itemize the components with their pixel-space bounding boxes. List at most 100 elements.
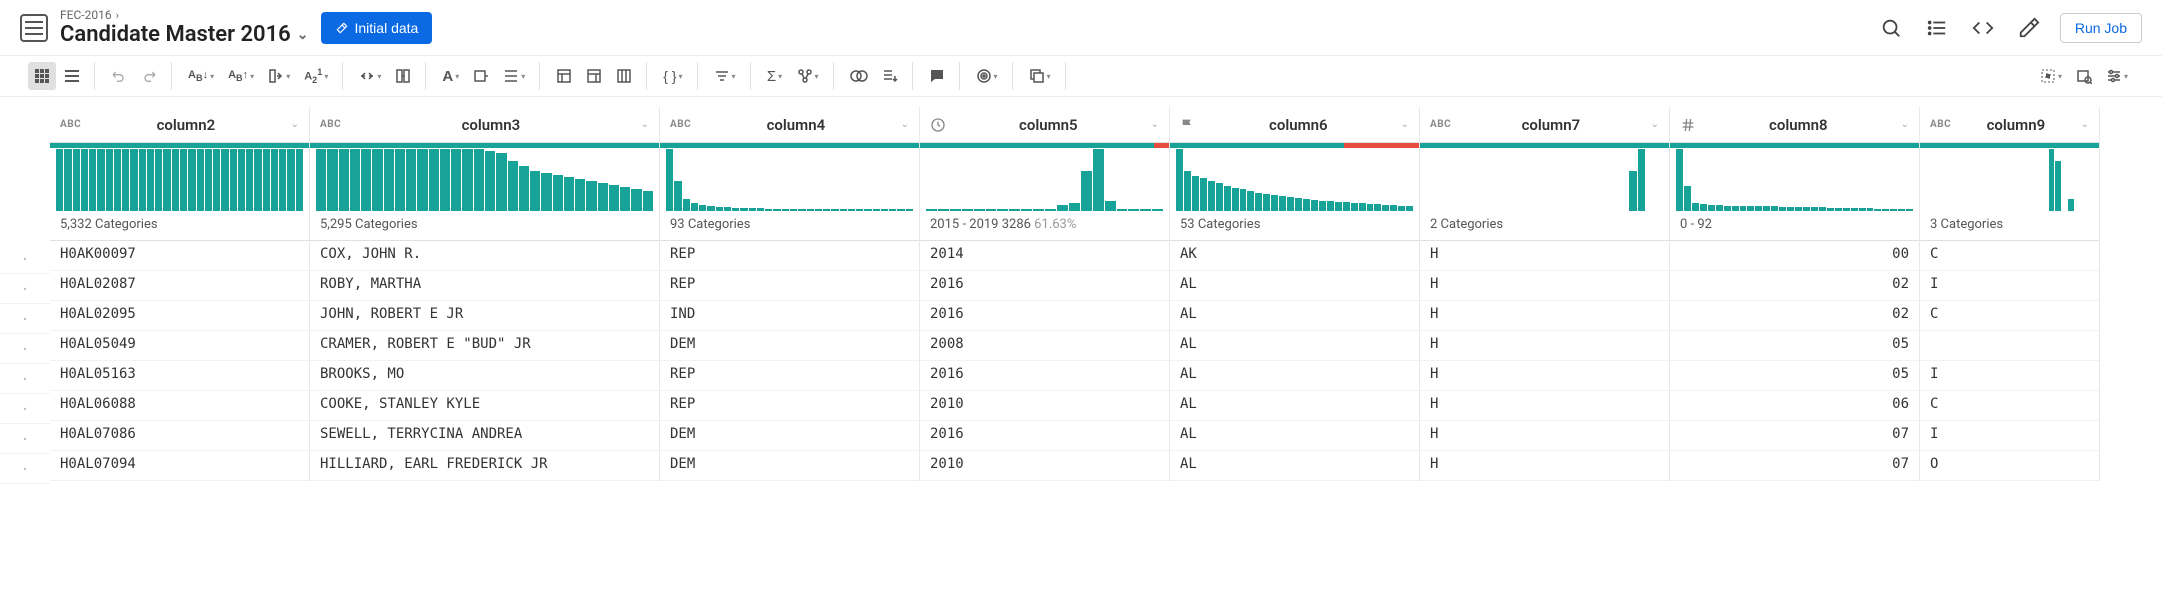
table-cell[interactable]: H0AL07094 (50, 451, 309, 481)
row-height-button[interactable]: ▾ (497, 62, 531, 90)
zoom-fit-button[interactable] (2070, 62, 2098, 90)
table-cell[interactable]: DEM (660, 421, 919, 451)
column-sparkline[interactable] (50, 143, 309, 213)
column-sparkline[interactable] (1920, 143, 2099, 213)
braces-button[interactable]: { }▾ (657, 62, 688, 90)
table-cell[interactable]: REP (660, 391, 919, 421)
table-cell[interactable]: REP (660, 271, 919, 301)
table-cell[interactable]: IND (660, 301, 919, 331)
table-cell[interactable]: 07 (1670, 421, 1919, 451)
table-cell[interactable]: O (1920, 451, 2099, 481)
search-button[interactable] (1876, 13, 1906, 43)
table-cell[interactable]: AL (1170, 421, 1419, 451)
table-cell[interactable]: H0AL05049 (50, 331, 309, 361)
breadcrumb-parent[interactable]: FEC-2016 (60, 8, 112, 22)
chevron-down-icon[interactable]: ⌄ (291, 119, 299, 130)
indent-button[interactable] (467, 62, 495, 90)
table-cell[interactable]: I (1920, 361, 2099, 391)
table-cell[interactable]: C (1920, 301, 2099, 331)
chevron-down-icon[interactable]: ⌄ (901, 119, 909, 130)
table-cell[interactable]: H (1420, 301, 1669, 331)
chevron-down-icon[interactable]: ⌄ (1901, 119, 1909, 130)
row-marker[interactable]: · (0, 424, 50, 454)
table-cell[interactable]: 00 (1670, 241, 1919, 271)
row-marker[interactable]: · (0, 394, 50, 424)
table-cell[interactable]: REP (660, 241, 919, 271)
table-cell[interactable]: 05 (1670, 331, 1919, 361)
table-cell[interactable]: BROOKS, MO (310, 361, 659, 391)
table-cell[interactable]: REP (660, 361, 919, 391)
table-cell[interactable]: AL (1170, 301, 1419, 331)
column-header[interactable]: column5⌄ (920, 107, 1169, 143)
code-button[interactable] (1968, 13, 1998, 43)
table-cell[interactable]: 2016 (920, 301, 1169, 331)
table-cell[interactable]: JOHN, ROBERT E JR (310, 301, 659, 331)
row-marker[interactable]: · (0, 274, 50, 304)
table-cell[interactable]: H (1420, 331, 1669, 361)
column-header[interactable]: ABCcolumn2⌄ (50, 107, 309, 143)
chevron-down-icon[interactable]: ⌄ (297, 27, 309, 43)
table-cell[interactable]: 2008 (920, 331, 1169, 361)
table-cell[interactable]: H (1420, 241, 1669, 271)
table-cell[interactable]: SEWELL, TERRYCINA ANDREA (310, 421, 659, 451)
column-header[interactable]: ABCcolumn9⌄ (1920, 107, 2099, 143)
chevron-down-icon[interactable]: ⌄ (1651, 119, 1659, 130)
row-marker[interactable]: · (0, 364, 50, 394)
table-cell[interactable]: 2010 (920, 451, 1169, 481)
insert-col-button[interactable]: ▾ (262, 62, 296, 90)
join-button[interactable] (844, 62, 874, 90)
lines-view-button[interactable] (58, 62, 86, 90)
table-cell[interactable]: 2010 (920, 391, 1169, 421)
format-button[interactable]: A21▾ (298, 62, 334, 90)
table-cell[interactable]: 2016 (920, 361, 1169, 391)
table-cell[interactable]: H0AL02087 (50, 271, 309, 301)
chevron-down-icon[interactable]: ⌄ (1401, 119, 1409, 130)
column-header[interactable]: column6⌄ (1170, 107, 1419, 143)
row-marker[interactable]: · (0, 334, 50, 364)
table-cell[interactable]: C (1920, 241, 2099, 271)
table-cell[interactable]: AL (1170, 391, 1419, 421)
append-button[interactable] (876, 62, 904, 90)
page-title[interactable]: Candidate Master 2016 (60, 22, 291, 47)
table-cell[interactable]: 06 (1670, 391, 1919, 421)
redo-button[interactable] (135, 62, 163, 90)
sigma-button[interactable]: Σ▾ (761, 62, 789, 90)
eyedropper-button[interactable] (2014, 13, 2044, 43)
font-button[interactable]: A▾ (436, 62, 465, 90)
column-header[interactable]: ABCcolumn3⌄ (310, 107, 659, 143)
copy-button[interactable]: ▾ (1023, 62, 1057, 90)
pivot3-button[interactable] (610, 62, 638, 90)
table-cell[interactable]: H0AL07086 (50, 421, 309, 451)
table-cell[interactable]: HILLIARD, EARL FREDERICK JR (310, 451, 659, 481)
target-button[interactable]: ▾ (970, 62, 1004, 90)
table-cell[interactable]: H0AL06088 (50, 391, 309, 421)
sort-desc-button[interactable]: AB↑▾ (222, 62, 260, 90)
table-cell[interactable]: 02 (1670, 271, 1919, 301)
run-job-button[interactable]: Run Job (2060, 13, 2142, 43)
column-header[interactable]: column8⌄ (1670, 107, 1919, 143)
table-cell[interactable]: H0AL05163 (50, 361, 309, 391)
split-h-button[interactable]: ▾ (353, 62, 387, 90)
table-cell[interactable]: H (1420, 421, 1669, 451)
column-sparkline[interactable] (660, 143, 919, 213)
grid-view-button[interactable] (28, 62, 56, 90)
table-cell[interactable]: 02 (1670, 301, 1919, 331)
table-cell[interactable]: C (1920, 391, 2099, 421)
column-sparkline[interactable] (1670, 143, 1919, 213)
row-marker[interactable]: · (0, 454, 50, 484)
table-cell[interactable]: H0AK00097 (50, 241, 309, 271)
table-cell[interactable]: H (1420, 271, 1669, 301)
table-cell[interactable]: ROBY, MARTHA (310, 271, 659, 301)
table-cell[interactable]: I (1920, 271, 2099, 301)
chevron-down-icon[interactable]: ⌄ (1151, 119, 1159, 130)
filter-button[interactable]: ▾ (708, 62, 742, 90)
row-marker[interactable]: · (0, 304, 50, 334)
row-marker[interactable]: · (0, 244, 50, 274)
table-cell[interactable]: CRAMER, ROBERT E "BUD" JR (310, 331, 659, 361)
undo-button[interactable] (105, 62, 133, 90)
column-sparkline[interactable] (1170, 143, 1419, 213)
table-cell[interactable]: AL (1170, 451, 1419, 481)
column-sparkline[interactable] (920, 143, 1169, 213)
table-cell[interactable]: H0AL02095 (50, 301, 309, 331)
table-cell[interactable] (1920, 331, 2099, 361)
